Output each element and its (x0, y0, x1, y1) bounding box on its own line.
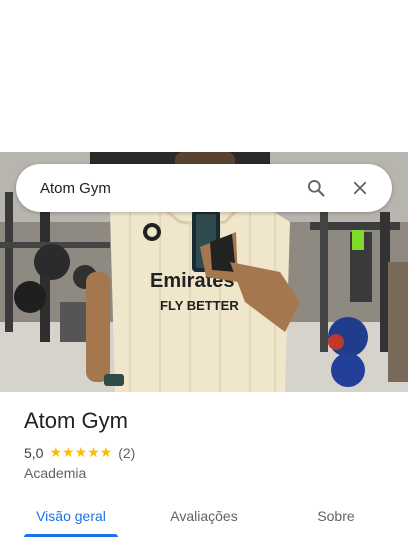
search-icon (308, 180, 325, 197)
place-sheet-screen: Emirates FLY BETTER Atom Gym Atom Gym 5,… (0, 0, 408, 544)
shirt-text-2: FLY BETTER (160, 298, 239, 313)
search-input[interactable]: Atom Gym (40, 180, 290, 197)
star-rating-icon: ★★★★★ (49, 444, 113, 460)
rating-value: 5,0 (24, 444, 44, 461)
close-icon (353, 181, 367, 195)
search-button[interactable] (298, 170, 334, 206)
tab-overview[interactable]: Visão geral (24, 496, 118, 536)
place-tabs: Visão geral Avaliações Sobre (0, 496, 408, 544)
search-bar[interactable]: Atom Gym (16, 164, 392, 212)
place-title: Atom Gym (24, 408, 128, 433)
tab-reviews[interactable]: Avaliações (156, 496, 252, 536)
map-area-blank[interactable] (0, 0, 408, 152)
rating-row[interactable]: 5,0 ★★★★★ (2) (24, 444, 135, 461)
review-count[interactable]: (2) (118, 445, 135, 461)
place-category: Academia (24, 465, 87, 481)
close-button[interactable] (342, 170, 378, 206)
tab-about[interactable]: Sobre (300, 496, 372, 536)
active-tab-indicator (24, 534, 118, 537)
